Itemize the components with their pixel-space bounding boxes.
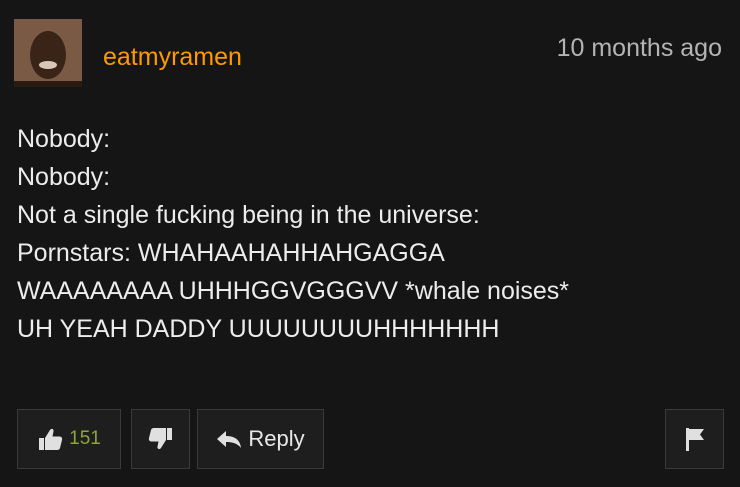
comment-line: WAAAAAAAA UHHHGGVGGGVV *whale noises* — [17, 277, 570, 305]
flag-icon — [684, 426, 706, 452]
comment-body: Nobody: Nobody: Not a single fucking bei… — [17, 120, 732, 348]
username-link[interactable]: eatmyramen — [103, 43, 242, 72]
reply-button[interactable]: Reply — [197, 409, 324, 469]
like-count: 151 — [69, 428, 101, 449]
comment-line: Not a single fucking being in the univer… — [17, 201, 480, 229]
comment-line: Pornstars: WHAHAAHAHHAHGAGGA — [17, 239, 445, 267]
thumbs-down-icon — [148, 427, 174, 451]
comment-line: UH YEAH DADDY UUUUUUUUHHHHHHH — [17, 315, 500, 343]
comment-line: Nobody: — [17, 125, 111, 153]
avatar[interactable] — [14, 19, 82, 87]
dislike-button[interactable] — [131, 409, 190, 469]
flag-button[interactable] — [665, 409, 724, 469]
timestamp: 10 months ago — [556, 34, 722, 62]
reply-label: Reply — [248, 426, 305, 451]
like-button[interactable]: 151 — [17, 409, 121, 469]
reply-arrow-icon — [216, 429, 242, 449]
comment-line: Nobody: — [17, 163, 111, 191]
thumbs-up-icon — [37, 427, 63, 451]
